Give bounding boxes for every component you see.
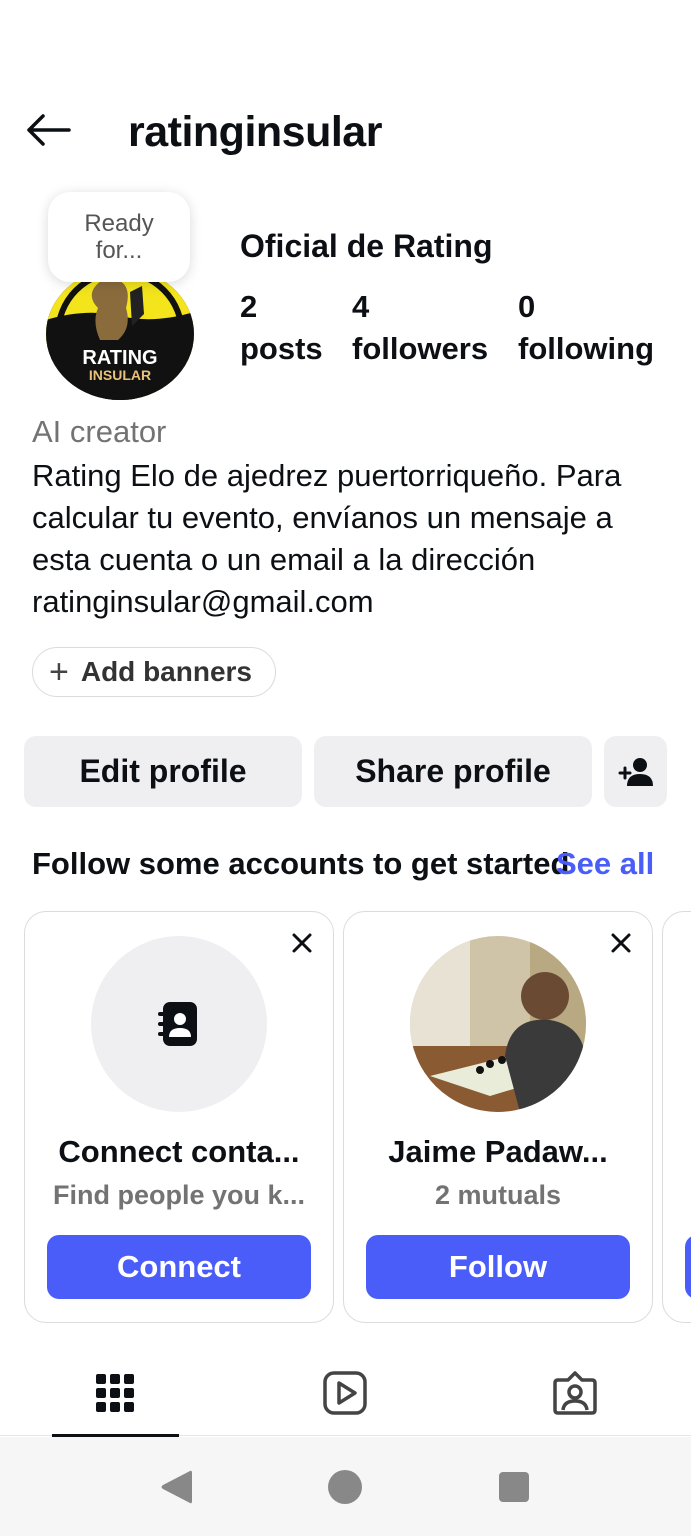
system-navigation-bar [0,1437,691,1536]
system-recents-button[interactable] [494,1467,534,1507]
following-count: 0 [518,289,536,324]
followers-label: followers [352,331,489,366]
logo-text-insular: INSULAR [89,367,151,383]
user-avatar[interactable] [410,936,586,1112]
profile-category: AI creator [32,414,167,449]
suggestion-card-user: Jaime Padaw... 2 mutuals Follow [343,911,653,1323]
followers-stat[interactable]: 4 followers [352,286,488,370]
see-all-link[interactable]: See all [556,846,654,882]
edit-profile-button[interactable]: Edit profile [24,736,302,807]
posts-label: posts [240,331,323,366]
suggestion-card-partial [662,911,691,1323]
rating-insular-logo: RATING INSULAR [46,268,194,400]
suggestion-card-contacts: Connect conta... Find people you k... Co… [24,911,334,1323]
content-tabs [0,1350,691,1437]
user-photo [410,936,586,1112]
avatar: RATING INSULAR [46,268,194,400]
close-icon[interactable] [285,926,319,960]
note-bubble[interactable]: Ready for... [48,192,190,282]
close-icon[interactable] [604,926,638,960]
follow-button[interactable]: Follow [366,1235,630,1299]
follow-button-partial[interactable] [685,1235,691,1299]
arrow-left-icon [27,114,71,146]
tab-grid[interactable] [0,1350,230,1437]
circle-home-icon [328,1470,362,1504]
share-profile-button[interactable]: Share profile [314,736,592,807]
profile-username: ratinginsular [128,108,382,156]
add-banners-label: Add banners [80,656,252,687]
add-banners-button[interactable]: + Add banners [32,647,276,697]
tab-reels[interactable] [230,1350,460,1436]
contacts-avatar [91,936,267,1112]
logo-text-rating: RATING [82,347,157,369]
posts-count: 2 [240,289,258,324]
followers-count: 4 [352,289,370,324]
following-label: following [518,331,655,366]
card-title: Connect conta... [58,1134,300,1169]
profile-avatar[interactable]: RATING INSULAR [46,268,194,400]
system-back-button[interactable] [156,1467,196,1507]
plus-icon: + [49,653,69,691]
tab-tagged[interactable] [460,1350,690,1436]
posts-stat[interactable]: 2 posts [240,286,323,370]
contact-book-icon [158,1002,197,1046]
top-bar: ratinginsular [0,100,691,160]
system-home-button[interactable] [325,1467,365,1507]
suggestions-title: Follow some accounts to get started [32,846,570,881]
card-subtitle: Find people you k... [52,1180,306,1210]
card-subtitle: 2 mutuals [434,1180,562,1210]
connect-button[interactable]: Connect [47,1235,311,1299]
tagged-icon [553,1371,597,1415]
square-recents-icon [499,1472,529,1502]
add-person-icon [618,757,653,786]
discover-people-button[interactable] [604,736,667,807]
back-button[interactable] [24,108,72,152]
card-title: Jaime Padaw... [388,1134,608,1169]
following-stat[interactable]: 0 following [518,286,654,370]
reels-icon [323,1371,367,1415]
triangle-back-icon [161,1470,192,1504]
profile-bio: Rating Elo de ajedrez puertorriqueño. Pa… [32,458,622,619]
grid-icon [96,1374,134,1412]
display-name: Oficial de Rating [240,228,493,264]
